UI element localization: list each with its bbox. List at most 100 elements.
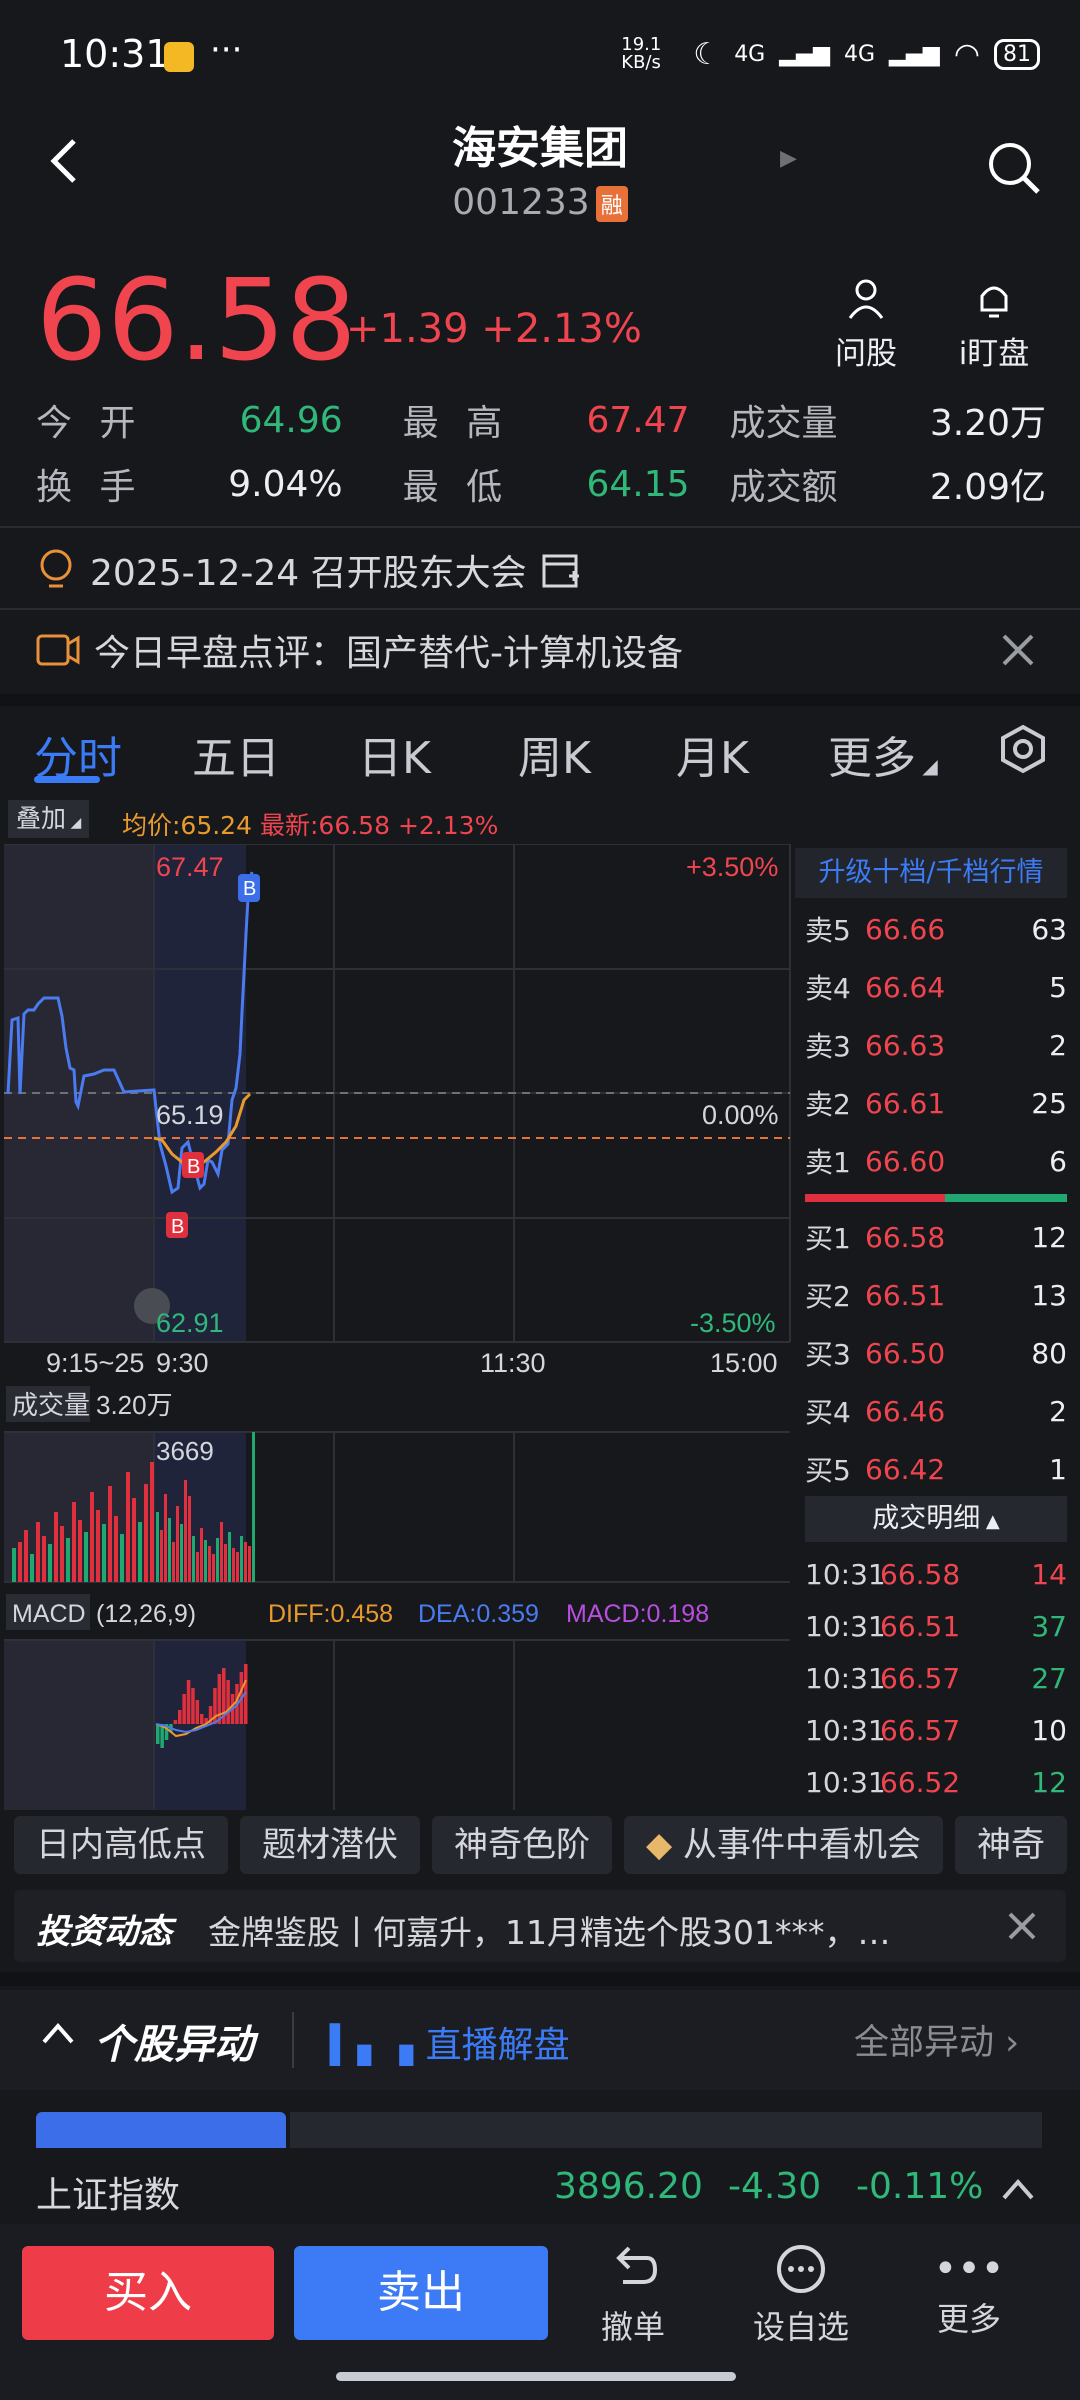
sell-button[interactable]: 卖出	[294, 2246, 548, 2340]
high-value: 67.47	[586, 399, 690, 441]
add-watchlist-label: 设自选	[752, 2308, 849, 2346]
macd-params: (12,26,9)	[96, 1600, 196, 1628]
signal-bars-icon: ▂▄▆	[779, 41, 830, 67]
low-price-label: 62.91	[156, 1308, 224, 1338]
upgrade-depth-button[interactable]: 升级十档/千档行情	[795, 848, 1067, 898]
open-label: 今 开	[36, 403, 144, 444]
investment-news-bar[interactable]: 投资动态 金牌鉴股丨何嘉升，11月精选个股301***，…	[14, 1890, 1066, 1962]
amount-label: 成交额	[729, 467, 838, 508]
chevron-right-icon: ›	[994, 2023, 1020, 2063]
live-analysis-button[interactable]: ▍▖▗ 直播解盘	[330, 2016, 570, 2068]
anomaly-subtab-active[interactable]	[36, 2112, 286, 2148]
ask-price: 66.60	[865, 1144, 946, 1178]
chip-color-scale[interactable]: 神奇色阶	[432, 1816, 612, 1874]
divider	[0, 608, 1080, 610]
ask-price: 66.63	[865, 1028, 946, 1062]
more-dots-icon: •••	[933, 2246, 1005, 2292]
low-label: 最 低	[402, 467, 511, 508]
macd-diff: DIFF:0.458	[268, 1600, 393, 1628]
watch-label: i盯盘	[958, 336, 1030, 372]
tab-daily-k[interactable]: 日K	[358, 722, 431, 786]
next-stock-arrow-icon[interactable]: ▶	[780, 146, 797, 171]
ask-row-1: 卖1 66.60 6	[795, 1132, 1067, 1190]
trade-price: 66.58	[880, 1557, 961, 1591]
trade-detail-button[interactable]: 成交明细 ▲	[805, 1496, 1067, 1542]
review-banner[interactable]: 今日早盘点评：国产替代-计算机设备	[36, 620, 683, 680]
close-review-button[interactable]	[998, 630, 1038, 674]
bell-icon	[980, 286, 1008, 318]
dropdown-icon: ◢	[916, 754, 938, 778]
expand-index-button[interactable]	[1000, 2172, 1036, 2213]
volume-bar	[184, 1480, 187, 1582]
macd-bar	[226, 1680, 230, 1724]
home-indicator[interactable]	[336, 2372, 736, 2381]
high-price-label: 67.47	[156, 852, 224, 882]
cancel-order-button[interactable]: 撤单	[568, 2244, 698, 2348]
volume-bar	[144, 1484, 148, 1582]
chip-event-opportunity[interactable]: ◆ 从事件中看机会	[624, 1816, 943, 1874]
stats-grid: 今 开 64.96 最 高 67.47 成交量 3.20万 换 手 9.04% …	[36, 388, 1046, 516]
meeting-banner[interactable]: 2025-12-24 召开股东大会	[36, 540, 581, 600]
overlay-row: 叠加 ◢ 均价:65.24 最新:66.58 +2.13%	[0, 800, 790, 840]
search-button[interactable]	[986, 140, 1042, 200]
tab-five-day[interactable]: 五日	[192, 722, 280, 786]
trade-qty: 12	[1031, 1765, 1067, 1799]
volume-bar	[248, 1546, 251, 1582]
signal-4g-icon-2: 4G	[844, 41, 876, 67]
bid-qty: 13	[1031, 1278, 1067, 1312]
time-label-2: 9:30	[156, 1348, 209, 1378]
price-change: +1.39 +2.13%	[346, 306, 642, 352]
buy-button[interactable]: 买入	[22, 2246, 274, 2340]
intraday-chart[interactable]: B B B 67.47 65.19 62.91 +3.50% 0.00% -3.…	[4, 844, 794, 1810]
tab-weekly-k[interactable]: 周K	[518, 722, 591, 786]
close-news-button[interactable]	[1004, 1908, 1040, 1948]
bid-label: 买4	[805, 1396, 851, 1429]
volume-bar	[72, 1502, 76, 1582]
moon-icon: ☾	[693, 36, 721, 72]
meeting-text: 2025-12-24 召开股东大会	[90, 553, 527, 594]
tab-more[interactable]: 更多 ◢	[828, 722, 938, 786]
ask-label: 卖5	[805, 914, 851, 947]
avg-price: 均价:65.24	[122, 811, 252, 840]
chip-intraday-highlow[interactable]: 日内高低点	[14, 1816, 228, 1874]
ask-qty: 25	[1031, 1086, 1067, 1120]
marker-b-text-3: B	[243, 878, 256, 900]
stock-anomaly-section: 个股异动 ▍▖▗ 直播解盘 全部异动 ›	[0, 1990, 1080, 2090]
caret-up-icon: ▲	[980, 1511, 1000, 1532]
close-icon	[1008, 1912, 1036, 1940]
index-ticker-bar[interactable]: 上证指数 3896.20 -4.30 -0.11%	[0, 2148, 1080, 2224]
time-label-4: 15:00	[710, 1348, 778, 1378]
add-watchlist-button[interactable]: 设自选	[736, 2244, 866, 2348]
chip-more[interactable]: 神奇	[954, 1816, 1067, 1874]
chevron-up-icon	[1002, 2178, 1034, 2200]
ask-qty: 2	[1049, 1028, 1067, 1062]
pct-low-label: -3.50%	[690, 1308, 776, 1338]
stock-header: 海安集团 001233 融 ▶	[0, 112, 1080, 232]
tab-monthly-k[interactable]: 月K	[676, 722, 749, 786]
volume-bar	[204, 1540, 207, 1582]
bid-price: 66.51	[865, 1278, 946, 1312]
ask-label: 卖3	[805, 1030, 851, 1063]
diamond-icon: ◆	[646, 1825, 683, 1865]
volume-bar	[42, 1536, 46, 1582]
volume-bar	[108, 1486, 112, 1582]
chip-theme-ambush[interactable]: 题材潜伏	[240, 1816, 420, 1874]
more-button[interactable]: ••• 更多	[904, 2244, 1034, 2340]
feature-chips: 日内高低点 题材潜伏 神奇色阶 ◆ 从事件中看机会 神奇	[14, 1816, 1067, 1874]
low-value: 64.15	[586, 463, 690, 505]
all-anomalies-link[interactable]: 全部异动 ›	[854, 2014, 1019, 2065]
settings-button[interactable]	[998, 724, 1048, 778]
macd-bar	[200, 1714, 204, 1724]
watch-button[interactable]: i盯盘	[934, 278, 1054, 373]
undo-icon	[616, 2246, 658, 2284]
overlay-button[interactable]: 叠加 ◢	[8, 800, 90, 838]
volume-bar	[192, 1536, 195, 1582]
ask-stock-button[interactable]: 问股	[806, 278, 926, 373]
live-label: 直播解盘	[425, 2025, 570, 2066]
ask-price: 66.61	[865, 1086, 946, 1120]
net-speed: 19.1 KB/s	[621, 34, 662, 73]
latest-label: 最新:66.58	[260, 811, 390, 840]
anomaly-subtabs[interactable]	[290, 2112, 1042, 2148]
bid-price: 66.42	[865, 1452, 946, 1486]
collapse-button[interactable]	[40, 2018, 76, 2052]
